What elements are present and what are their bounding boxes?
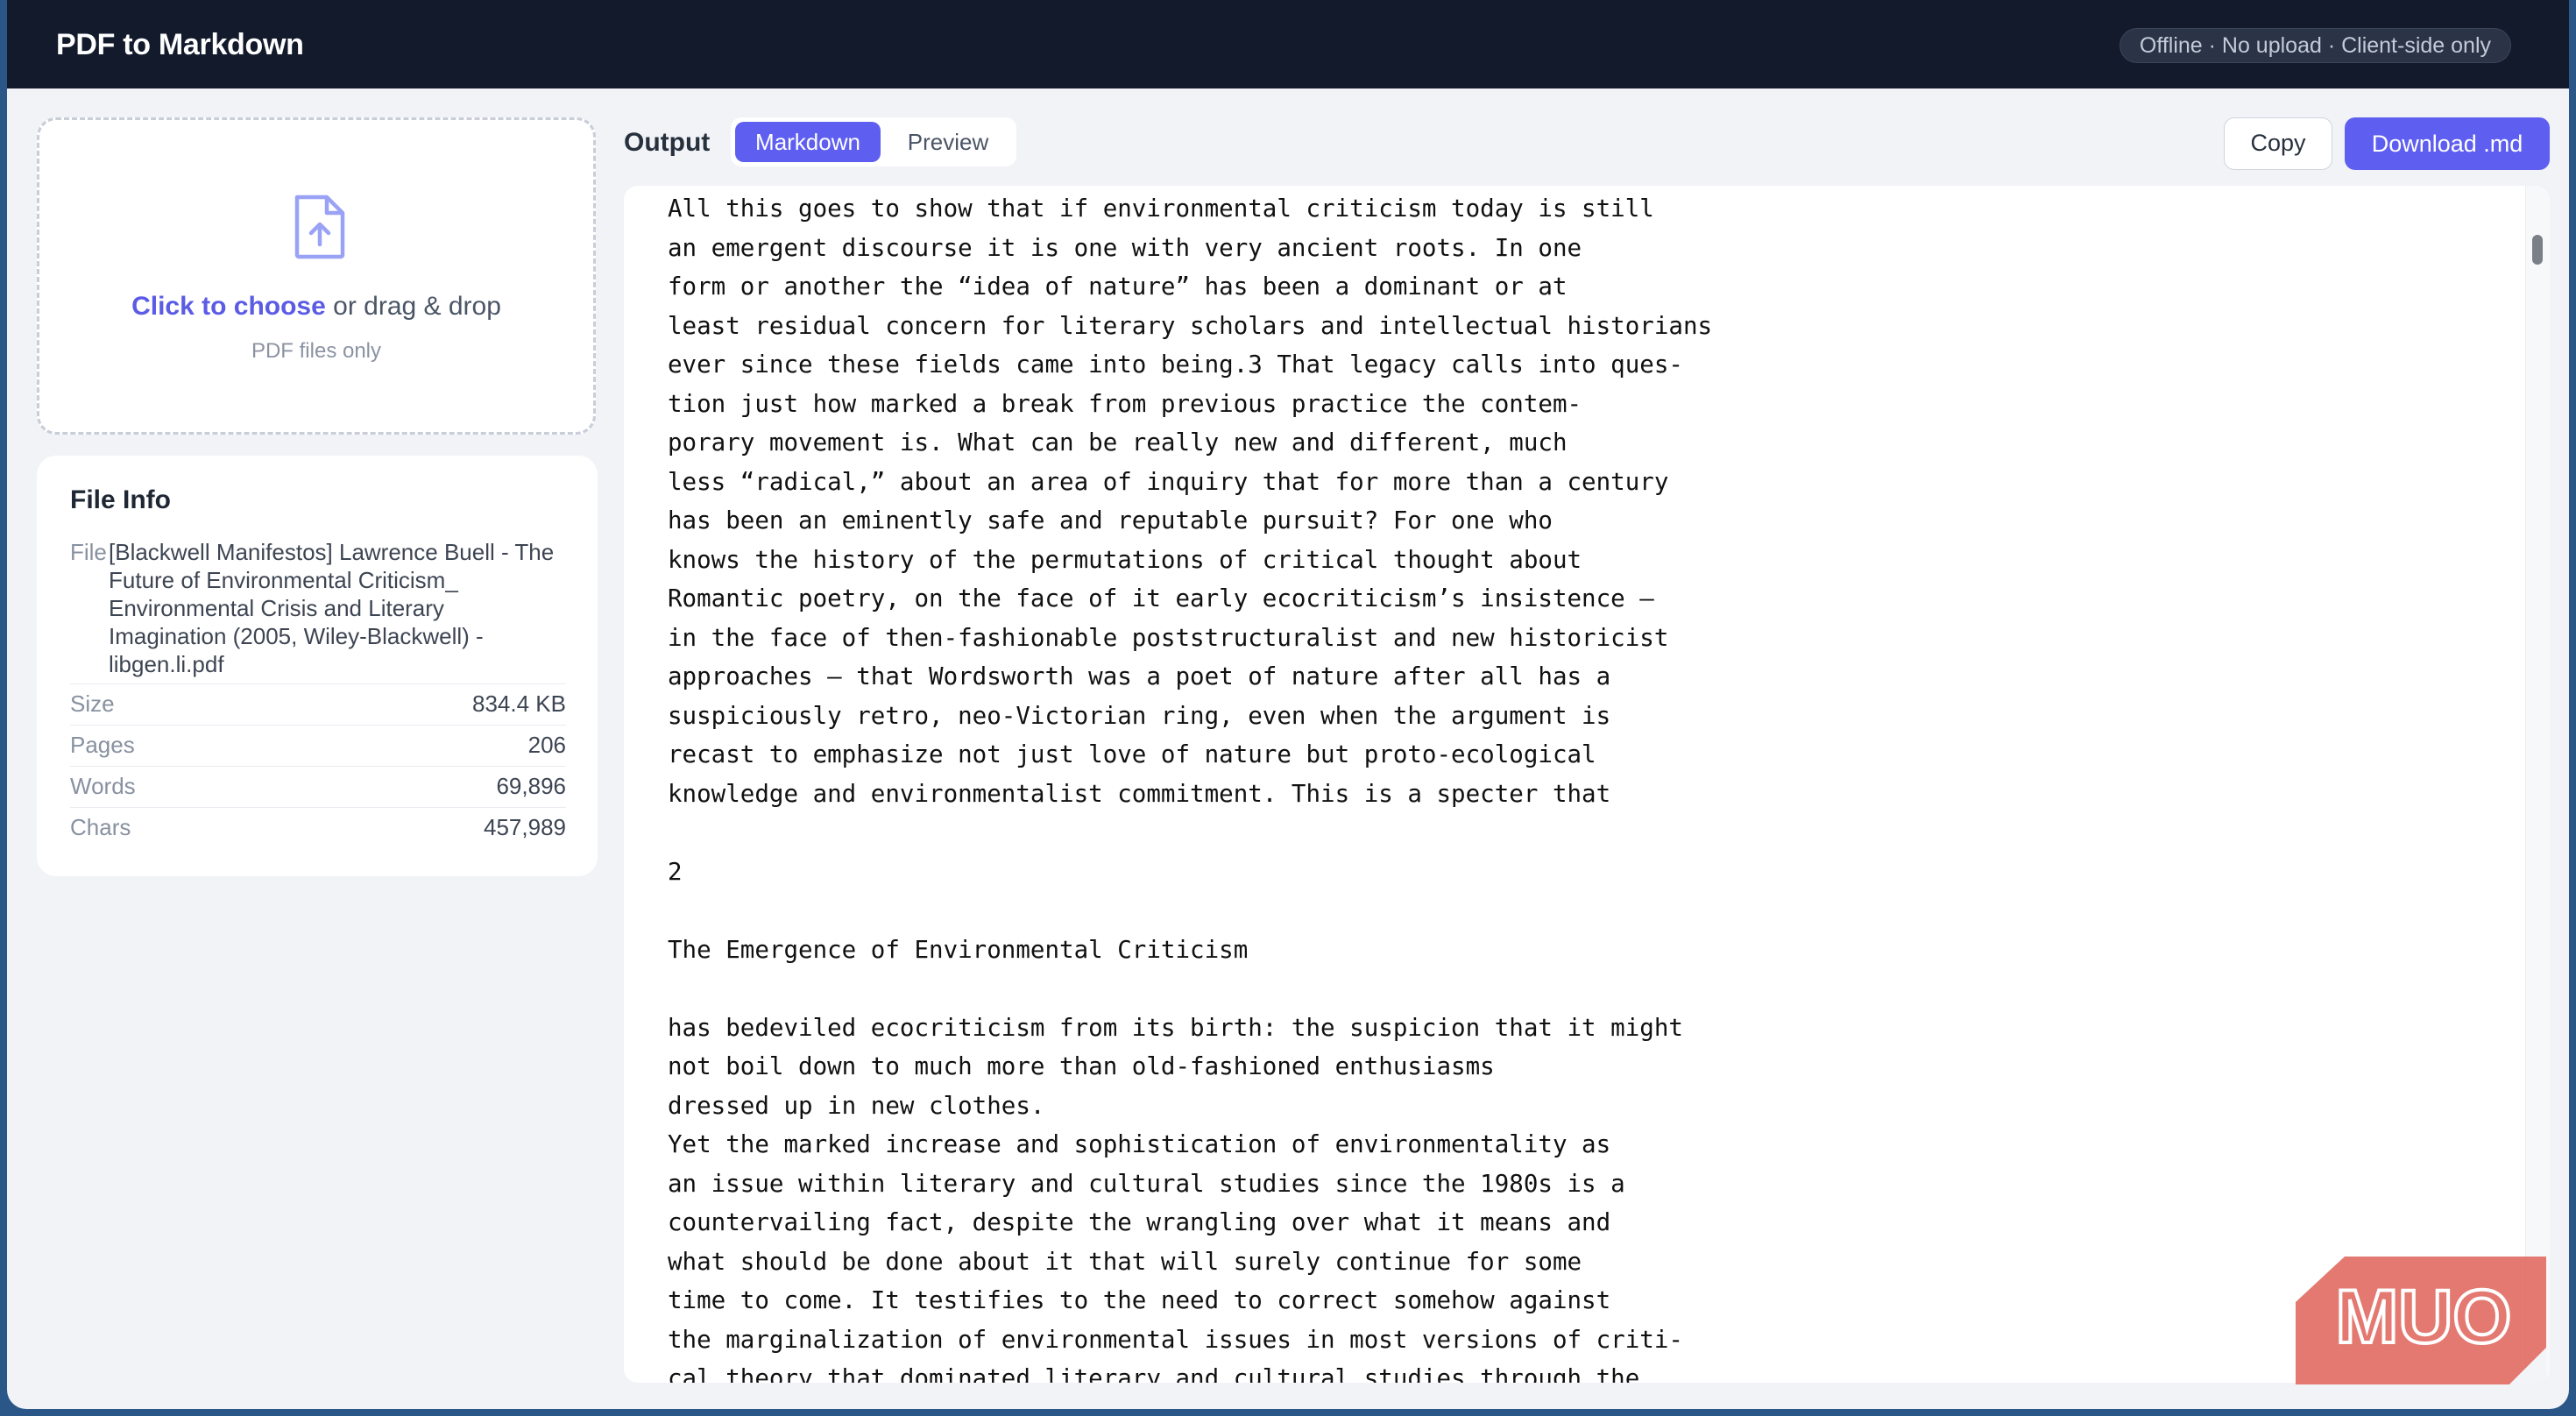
markdown-output-area[interactable]: All this goes to show that if environmen… — [624, 186, 2550, 1383]
watermark-text: MUO — [2336, 1275, 2512, 1359]
scrollbar-track[interactable] — [2525, 186, 2550, 1383]
download-md-button[interactable]: Download .md — [2345, 117, 2550, 170]
words-label: Words — [70, 773, 136, 799]
chars-label: Chars — [70, 814, 131, 840]
size-value: 834.4 KB — [472, 690, 566, 717]
copy-button[interactable]: Copy — [2224, 117, 2332, 170]
size-row: Size 834.4 KB — [70, 683, 566, 725]
pdf-dropzone[interactable]: Click to choose or drag & drop PDF files… — [37, 117, 596, 435]
scrollbar-thumb[interactable] — [2532, 235, 2543, 265]
tab-preview[interactable]: Preview — [884, 122, 1012, 162]
file-name-value: [Blackwell Manifestos] Lawrence Buell - … — [109, 539, 555, 677]
words-value: 69,896 — [496, 773, 566, 799]
file-upload-icon — [294, 195, 345, 259]
choose-file-link[interactable]: Click to choose — [131, 292, 326, 321]
file-info-panel: File Info File [Blackwell Manifestos] La… — [37, 456, 598, 876]
view-toggle: Markdown Preview — [731, 117, 1016, 166]
top-bar: PDF to Markdown Offline · No upload · Cl… — [7, 0, 2569, 88]
dropzone-hint: PDF files only — [251, 339, 382, 363]
app-title: PDF to Markdown — [56, 28, 304, 61]
pages-label: Pages — [70, 732, 135, 758]
words-row: Words 69,896 — [70, 766, 566, 807]
file-label: File — [70, 539, 107, 565]
status-badge: Offline · No upload · Client-side only — [2119, 28, 2511, 63]
muo-watermark-logo: MUO — [2296, 1257, 2546, 1384]
chars-row: Chars 457,989 — [70, 807, 566, 848]
tab-markdown[interactable]: Markdown — [735, 122, 881, 162]
drag-drop-text: or drag & drop — [325, 292, 501, 321]
file-info-title: File Info — [70, 485, 171, 514]
size-label: Size — [70, 690, 115, 717]
dropzone-prompt: Click to choose or drag & drop — [39, 292, 593, 322]
pages-value: 206 — [527, 732, 566, 758]
app-window: PDF to Markdown Offline · No upload · Cl… — [7, 0, 2569, 1409]
chars-value: 457,989 — [484, 814, 566, 840]
output-label: Output — [624, 128, 711, 157]
markdown-text[interactable]: All this goes to show that if environmen… — [668, 189, 2473, 1383]
pages-row: Pages 206 — [70, 725, 566, 766]
